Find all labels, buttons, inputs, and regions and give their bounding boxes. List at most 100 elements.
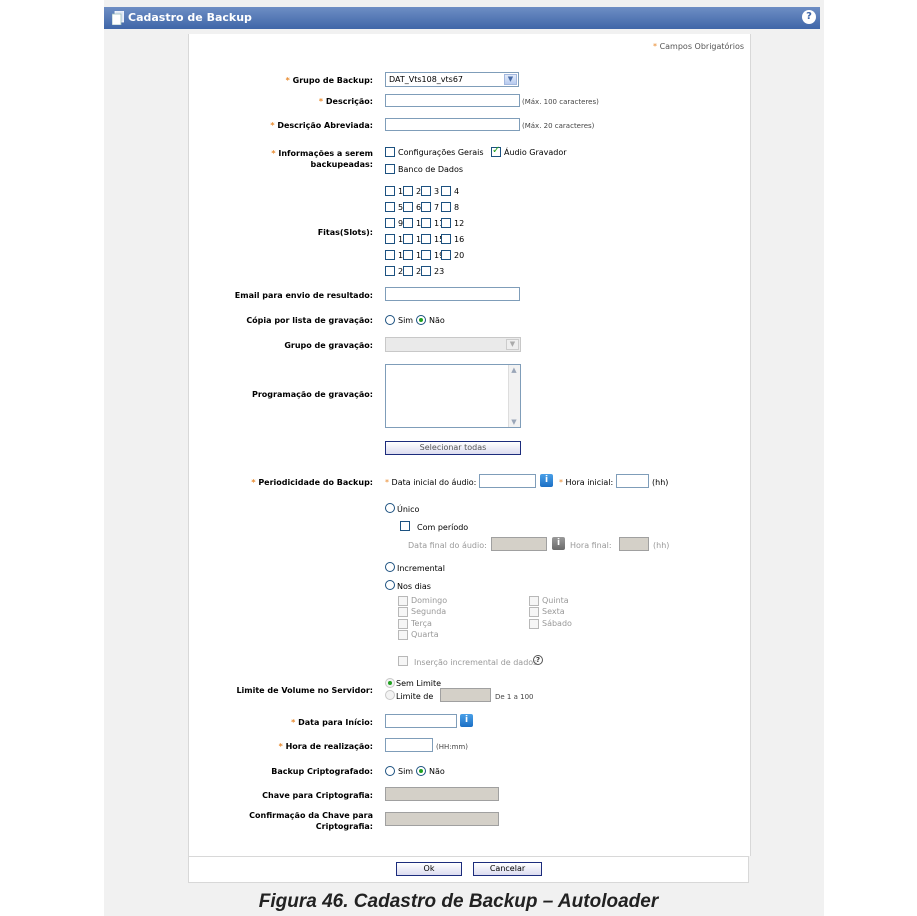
incremental-label: Incremental — [397, 564, 445, 573]
slot-checkbox[interactable] — [421, 186, 431, 196]
slot-checkbox[interactable] — [403, 186, 413, 196]
fitas-label: Fitas(Slots): — [317, 228, 373, 237]
hh-hint: (hh) — [652, 478, 669, 487]
calendar-icon[interactable]: i — [460, 714, 473, 727]
copia-nao-radio[interactable] — [416, 315, 426, 325]
ok-button[interactable]: Ok — [396, 862, 462, 876]
slot-checkbox[interactable] — [421, 202, 431, 212]
descricao-hint: (Máx. 100 caracteres) — [522, 98, 599, 106]
slot-checkbox[interactable] — [441, 202, 451, 212]
com-periodo-checkbox[interactable] — [400, 521, 410, 531]
limite-range: De 1 a 100 — [495, 693, 534, 701]
descricao-abreviada-hint: (Máx. 20 caracteres) — [522, 122, 595, 130]
hora-inicial-input[interactable] — [616, 474, 649, 488]
hora-realizacao-label: * Hora de realização: — [278, 742, 373, 751]
hora-final-label: Hora final: — [570, 541, 612, 550]
config-gerais-checkbox[interactable] — [385, 147, 395, 157]
slot-checkbox[interactable] — [385, 218, 395, 228]
com-periodo-label: Com período — [417, 523, 469, 532]
confirmacao-chave-input[interactable] — [385, 812, 499, 826]
chave-cripto-input[interactable] — [385, 787, 499, 801]
scroll-up-icon[interactable]: ▲ — [509, 365, 519, 375]
slot-checkbox[interactable] — [421, 234, 431, 244]
email-input[interactable] — [385, 287, 520, 301]
required-note: * Campos Obrigatórios — [653, 42, 744, 51]
scroll-down-icon[interactable]: ▼ — [509, 417, 519, 427]
email-label: Email para envio de resultado: — [234, 291, 373, 300]
cripto-nao-radio[interactable] — [416, 766, 426, 776]
banco-dados-label: Banco de Dados — [398, 165, 464, 174]
grupo-gravacao-select[interactable]: ▼ — [385, 337, 521, 352]
data-inicio-input[interactable] — [385, 714, 457, 728]
incremental-radio[interactable] — [385, 562, 395, 572]
chevron-down-icon: ▼ — [504, 74, 517, 85]
quinta-label: Quinta — [542, 596, 569, 605]
nos-dias-label: Nos dias — [397, 582, 431, 591]
slot-checkbox[interactable] — [421, 218, 431, 228]
hora-inicial-label: * Hora inicial: — [559, 478, 614, 487]
hora-realizacao-input[interactable] — [385, 738, 433, 752]
audio-gravador-label: Áudio Gravador — [504, 148, 567, 157]
cripto-nao-label: Não — [429, 767, 445, 776]
slot-checkbox[interactable] — [441, 218, 451, 228]
copia-sim-radio[interactable] — [385, 315, 395, 325]
data-final-input[interactable] — [491, 537, 547, 551]
slot-checkbox[interactable] — [385, 202, 395, 212]
cancelar-button[interactable]: Cancelar — [473, 862, 542, 876]
limite-de-input[interactable] — [440, 688, 491, 702]
slot-checkbox[interactable] — [385, 234, 395, 244]
slot-checkbox[interactable] — [441, 250, 451, 260]
hora-final-input[interactable] — [619, 537, 649, 551]
slot-checkbox[interactable] — [385, 266, 395, 276]
slot-checkbox[interactable] — [385, 250, 395, 260]
descricao-input[interactable] — [385, 94, 520, 107]
sexta-checkbox[interactable] — [529, 607, 539, 617]
form-panel: * Campos Obrigatórios * Grupo de Backup:… — [188, 34, 751, 856]
selecionar-todas-button[interactable]: Selecionar todas — [385, 441, 521, 455]
slot-label: 23 — [434, 267, 445, 276]
segunda-checkbox[interactable] — [398, 607, 408, 617]
slot-checkbox[interactable] — [403, 218, 413, 228]
insercao-checkbox[interactable] — [398, 656, 408, 666]
slot-checkbox[interactable] — [403, 202, 413, 212]
grupo-backup-select[interactable]: DAT_Vts108_vts67 ▼ — [385, 72, 519, 87]
slot-checkbox[interactable] — [403, 266, 413, 276]
nos-dias-radio[interactable] — [385, 580, 395, 590]
descricao-abreviada-input[interactable] — [385, 118, 520, 131]
hh-hint-final: (hh) — [653, 541, 670, 550]
limite-de-radio[interactable] — [385, 690, 395, 700]
help-icon[interactable]: ? — [802, 10, 816, 24]
sem-limite-radio[interactable] — [385, 678, 395, 688]
slot-checkbox[interactable] — [403, 234, 413, 244]
unico-radio[interactable] — [385, 503, 395, 513]
descricao-label: * Descrição: — [318, 97, 373, 106]
slot-checkbox[interactable] — [421, 250, 431, 260]
confirmacao-chave-label: Confirmação da Chave para Criptografia: — [249, 811, 373, 831]
data-inicio-label: * Data para Início: — [291, 718, 373, 727]
sem-limite-label: Sem Limite — [396, 679, 442, 688]
slot-checkbox[interactable] — [385, 186, 395, 196]
cripto-sim-radio[interactable] — [385, 766, 395, 776]
programacao-listbox[interactable]: ▲ ▼ — [385, 364, 521, 428]
quinta-checkbox[interactable] — [529, 596, 539, 606]
domingo-checkbox[interactable] — [398, 596, 408, 606]
help-icon[interactable]: ? — [533, 655, 543, 665]
audio-gravador-checkbox[interactable] — [491, 145, 501, 157]
terca-label: Terça — [411, 619, 432, 628]
scrollbar[interactable]: ▲ ▼ — [508, 365, 520, 427]
slot-label: 7 — [434, 203, 440, 212]
slot-checkbox[interactable] — [403, 250, 413, 260]
quarta-checkbox[interactable] — [398, 630, 408, 640]
slot-checkbox[interactable] — [421, 266, 431, 276]
limite-volume-label: Limite de Volume no Servidor: — [236, 686, 373, 695]
periodicidade-label: * Periodicidade do Backup: — [251, 478, 373, 487]
sabado-checkbox[interactable] — [529, 619, 539, 629]
slot-checkbox[interactable] — [441, 186, 451, 196]
calendar-icon: i — [552, 537, 565, 550]
form-footer: Ok Cancelar — [188, 856, 749, 883]
banco-dados-checkbox[interactable] — [385, 164, 395, 174]
data-inicial-input[interactable] — [479, 474, 536, 488]
calendar-icon[interactable]: i — [540, 474, 553, 487]
slot-checkbox[interactable] — [441, 234, 451, 244]
terca-checkbox[interactable] — [398, 619, 408, 629]
